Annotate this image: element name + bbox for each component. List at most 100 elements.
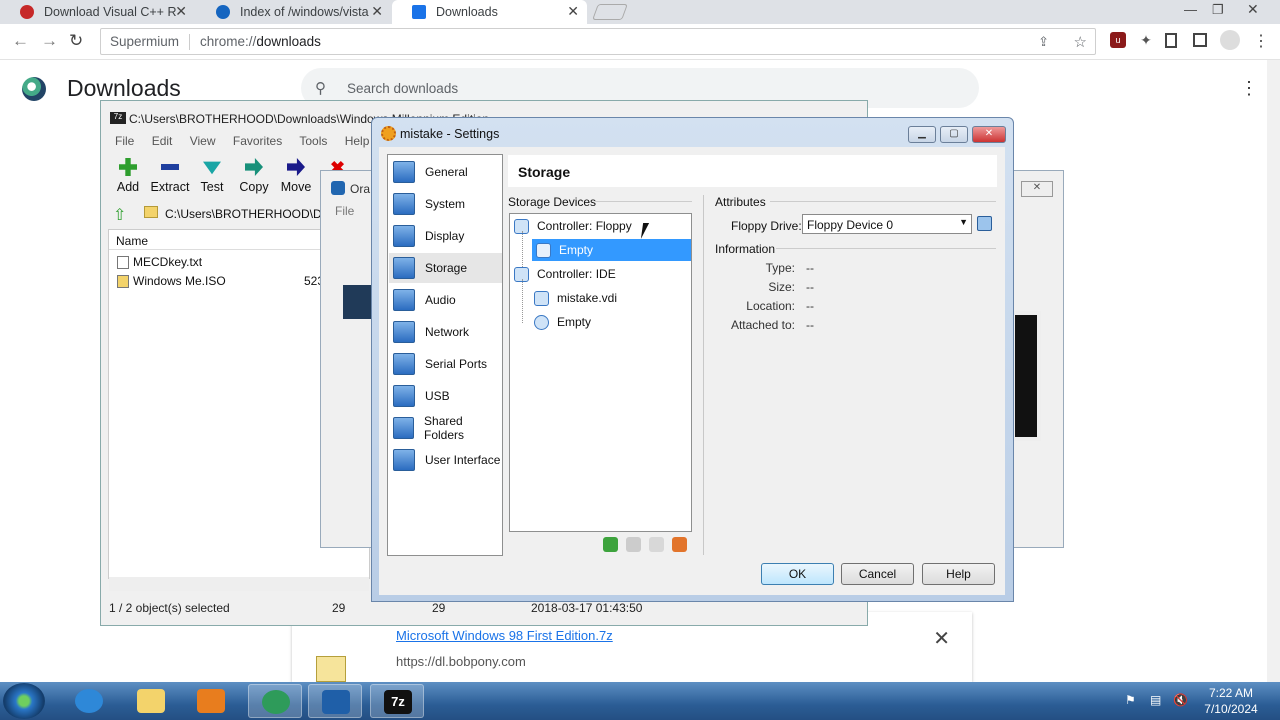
floppy-drive-label: Floppy Drive: (731, 219, 802, 233)
7zip-icon: 7z (384, 690, 412, 714)
taskbar-supermium[interactable] (248, 684, 302, 718)
remove-attachment-icon[interactable] (626, 537, 641, 552)
path-field[interactable]: C:\Users\BROTHERHOOD\Do (165, 207, 328, 221)
tree-controller-floppy[interactable]: Controller: Floppy (514, 215, 691, 237)
menu-edit[interactable]: Edit (152, 134, 173, 148)
start-button[interactable] (3, 683, 45, 719)
download-filename-link[interactable]: Microsoft Windows 98 First Edition.7z (396, 628, 613, 643)
menu-favorites[interactable]: Favorites (233, 134, 282, 148)
action-center-flag-icon[interactable]: ⚑ (1125, 693, 1140, 707)
tab-index-windows[interactable]: Index of /windows/vista ✕ (196, 0, 391, 24)
volume-muted-icon[interactable]: 🔇 (1173, 693, 1188, 707)
category-network[interactable]: Network (389, 317, 502, 347)
menu-view[interactable]: View (190, 134, 216, 148)
tab-downloads[interactable]: Downloads ✕ (392, 0, 587, 24)
extensions-icon[interactable]: ✦ (1138, 32, 1154, 48)
extract-button[interactable]: Extract (147, 158, 193, 194)
audio-icon (393, 289, 415, 311)
category-list: General System Display Storage Audio Net… (387, 154, 503, 556)
close-icon[interactable]: ✕ (371, 3, 383, 20)
category-label: User Interface (425, 453, 501, 467)
menu-file[interactable]: File (115, 134, 134, 148)
menu-help[interactable]: Help (345, 134, 370, 148)
category-shared-folders[interactable]: Shared Folders (389, 413, 502, 443)
info-type-key: Type: (765, 261, 795, 275)
share-icon[interactable]: ⇪ (1038, 34, 1049, 50)
file-row-name[interactable]: MECDkey.txt (133, 255, 202, 269)
close-window-icon[interactable]: ✕ (1247, 1, 1259, 18)
chrome-menu-icon[interactable]: ⋮ (1253, 31, 1269, 51)
settings-gear-icon (381, 126, 396, 141)
more-options-icon[interactable]: ⋮ (1240, 78, 1258, 99)
category-audio[interactable]: Audio (389, 285, 502, 315)
url-text: chrome://downloads (200, 34, 321, 49)
tab-visual-cpp[interactable]: Download Visual C++ R ✕ (0, 0, 195, 24)
remove-download-icon[interactable]: ✕ (933, 626, 950, 651)
taskbar-virtualbox[interactable] (308, 684, 362, 718)
user-interface-icon (393, 449, 415, 471)
up-folder-icon[interactable]: ⇧ (113, 205, 126, 225)
shared-folder-icon (393, 417, 415, 439)
divider (595, 201, 692, 202)
test-label: Test (200, 180, 224, 194)
new-tab-button[interactable] (592, 4, 628, 20)
forward-icon[interactable]: → (41, 31, 58, 51)
bookmark-star-icon[interactable]: ☆ (1074, 33, 1087, 51)
menu-file[interactable]: File (335, 204, 354, 218)
ublock-icon[interactable]: u (1110, 32, 1126, 48)
reload-icon[interactable]: ↻ (69, 31, 83, 51)
download-icon (412, 5, 426, 19)
close-button[interactable]: ✕ (972, 126, 1006, 143)
maximize-button[interactable]: ▢ (940, 126, 968, 143)
plus-icon (119, 158, 137, 176)
page-scrollbar[interactable] (1267, 60, 1280, 682)
network-icon[interactable]: ▤ (1150, 693, 1165, 707)
taskbar-explorer[interactable] (124, 684, 178, 718)
tree-label: mistake.vdi (557, 291, 618, 305)
remove-controller-icon[interactable] (672, 537, 687, 552)
tree-optical-empty[interactable]: Empty (534, 311, 691, 333)
copy-button[interactable]: Copy (231, 158, 277, 194)
horizontal-scrollbar[interactable] (109, 577, 369, 591)
help-button[interactable]: Help (922, 563, 995, 585)
taskbar-media-player[interactable] (184, 684, 238, 718)
add-button[interactable]: Add (105, 158, 151, 194)
tree-floppy-empty[interactable]: Empty (532, 239, 691, 261)
ok-button[interactable]: OK (761, 563, 834, 585)
category-storage[interactable]: Storage (389, 253, 502, 283)
folder-icon (137, 689, 165, 713)
test-button[interactable]: Test (189, 158, 235, 194)
add-controller-icon[interactable] (649, 537, 664, 552)
close-icon[interactable]: ✕ (1021, 181, 1053, 197)
taskbar-internet-explorer[interactable] (62, 684, 116, 718)
add-attachment-icon[interactable] (603, 537, 618, 552)
taskbar-7zip[interactable]: 7z (370, 684, 424, 718)
floppy-choose-icon[interactable] (977, 216, 992, 231)
tree-disk-vdi[interactable]: mistake.vdi (534, 287, 691, 309)
category-system[interactable]: System (389, 189, 502, 219)
file-row-name[interactable]: Windows Me.ISO (133, 274, 226, 288)
menu-tools[interactable]: Tools (299, 134, 327, 148)
7z-file-icon (316, 656, 346, 682)
profile-avatar[interactable] (1220, 30, 1240, 50)
floppy-drive-select[interactable]: Floppy Device 0 ▼ (802, 214, 972, 234)
category-serial-ports[interactable]: Serial Ports (389, 349, 502, 379)
back-icon[interactable]: ← (12, 31, 29, 51)
side-panel-icon[interactable] (1193, 33, 1207, 47)
category-user-interface[interactable]: User Interface (389, 445, 502, 475)
cancel-button[interactable]: Cancel (841, 563, 914, 585)
category-display[interactable]: Display (389, 221, 502, 251)
system-clock[interactable]: 7:22 AM 7/10/2024 (1196, 685, 1266, 717)
close-icon[interactable]: ✕ (567, 3, 579, 20)
minimize-button[interactable]: ▁ (908, 126, 936, 143)
minimize-icon[interactable]: — (1184, 2, 1197, 17)
close-icon[interactable]: ✕ (175, 3, 187, 20)
restore-icon[interactable]: ❐ (1212, 2, 1224, 18)
category-usb[interactable]: USB (389, 381, 502, 411)
tree-controller-ide[interactable]: Controller: IDE (514, 263, 691, 285)
address-bar[interactable]: Supermium chrome://downloads ⇪ ☆ (100, 28, 1096, 55)
chevron-down-icon: ▼ (959, 217, 968, 227)
reading-list-icon[interactable] (1165, 33, 1177, 48)
category-general[interactable]: General (389, 157, 502, 187)
move-button[interactable]: Move (273, 158, 319, 194)
